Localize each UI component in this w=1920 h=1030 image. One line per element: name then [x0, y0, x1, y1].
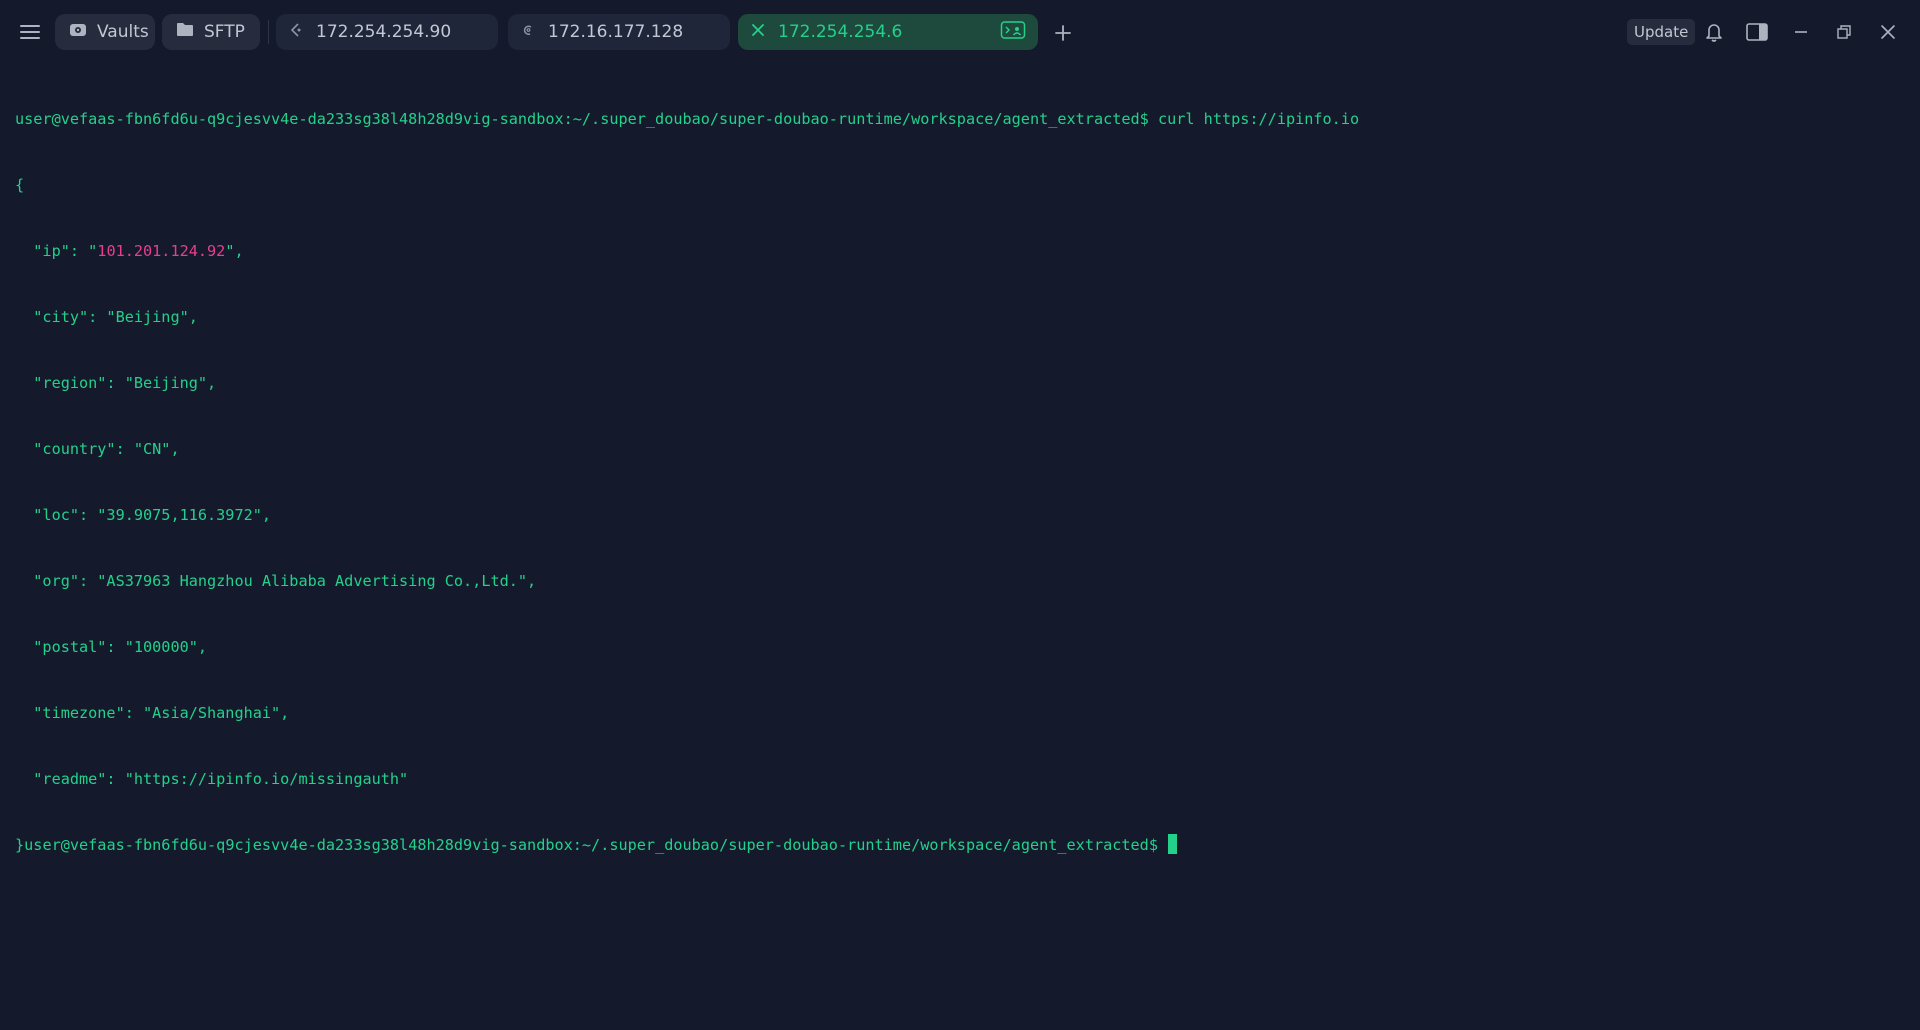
vault-icon — [69, 22, 87, 43]
sftp-button[interactable]: SFTP — [162, 14, 260, 50]
minimize-icon[interactable] — [1788, 19, 1814, 45]
json-ip-key: "ip": " — [15, 242, 98, 260]
tab-host-3-label: 172.254.254.6 — [778, 22, 903, 42]
tab-host-2-label: 172.16.177.128 — [548, 22, 684, 42]
json-line: "city": "Beijing", — [15, 308, 198, 326]
terminal-current-line: }user@vefaas-fbn6fd6u-q9cjesvv4e-da233sg… — [15, 834, 1920, 856]
json-line: "country": "CN", — [15, 440, 180, 458]
json-line: "postal": "100000", — [15, 638, 208, 656]
restore-icon[interactable] — [1831, 19, 1857, 45]
title-bar: Vaults SFTP 172.254.254.90 172.16.177.12… — [0, 0, 1920, 64]
terminal-output[interactable]: user@vefaas-fbn6fd6u-q9cjesvv4e-da233sg3… — [0, 64, 1920, 1030]
json-open-brace: { — [15, 176, 25, 194]
new-tab-plus-icon[interactable] — [1050, 20, 1076, 46]
update-label: Update — [1634, 23, 1689, 41]
json-close-brace: } — [15, 836, 25, 854]
hamburger-menu-icon[interactable] — [16, 18, 44, 46]
terminal-cursor — [1167, 834, 1177, 854]
json-ip-end: ", — [225, 242, 244, 260]
folder-icon — [176, 22, 194, 42]
json-ip-value: 101.201.124.92 — [97, 242, 226, 260]
command-text: curl https://ipinfo.io — [1148, 110, 1360, 128]
sftp-label: SFTP — [204, 22, 245, 42]
terminal-profile-icon[interactable] — [1000, 20, 1026, 45]
tab-host-3-active[interactable]: 172.254.254.6 — [738, 14, 1038, 50]
json-ip-line: "ip": "101.201.124.92", — [15, 240, 1920, 262]
vaults-button[interactable]: Vaults — [55, 14, 155, 50]
json-line: "timezone": "Asia/Shanghai", — [15, 704, 290, 722]
json-line: "region": "Beijing", — [15, 374, 217, 392]
tab-host-1[interactable]: 172.254.254.90 — [276, 14, 498, 50]
linux-distro-icon — [288, 22, 304, 43]
terminal-command-line: user@vefaas-fbn6fd6u-q9cjesvv4e-da233sg3… — [15, 108, 1920, 130]
json-line: "loc": "39.9075,116.3972", — [15, 506, 272, 524]
vaults-label: Vaults — [97, 22, 149, 42]
tab-host-1-label: 172.254.254.90 — [316, 22, 452, 42]
close-icon[interactable] — [750, 22, 766, 43]
update-button[interactable]: Update — [1627, 19, 1696, 45]
side-panel-toggle-icon[interactable] — [1744, 19, 1770, 45]
json-line: "org": "AS37963 Hangzhou Alibaba Adverti… — [15, 572, 537, 590]
shell-prompt: user@vefaas-fbn6fd6u-q9cjesvv4e-da233sg3… — [24, 836, 1158, 854]
debian-icon — [520, 22, 536, 43]
window-close-icon[interactable] — [1875, 19, 1901, 45]
bell-icon[interactable] — [1701, 19, 1727, 45]
shell-prompt: user@vefaas-fbn6fd6u-q9cjesvv4e-da233sg3… — [15, 110, 1149, 128]
tab-host-2[interactable]: 172.16.177.128 — [508, 14, 730, 50]
titlebar-divider — [268, 20, 269, 44]
json-line: "readme": "https://ipinfo.io/missingauth… — [15, 770, 409, 788]
